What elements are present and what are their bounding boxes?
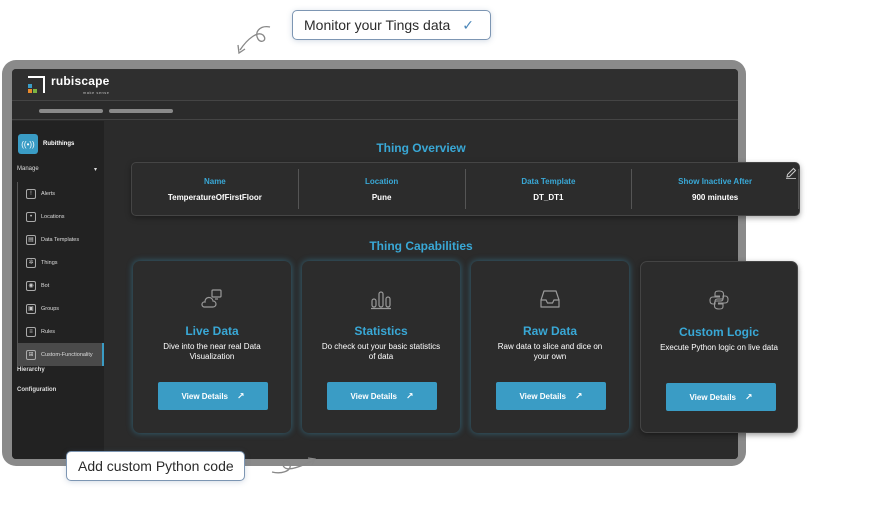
overview-name: Name TemperatureOfFirstFloor: [132, 169, 299, 209]
curly-arrow-icon: [237, 26, 271, 55]
checkmark-icon: ✓: [462, 16, 475, 33]
overview-value: TemperatureOfFirstFloor: [167, 192, 262, 202]
edit-pencil-icon[interactable]: [785, 167, 797, 179]
sidebar-item-label: Data Templates: [41, 236, 80, 243]
monitor-callout: Monitor your Tings data ✓: [292, 10, 491, 40]
sidebar-item-groups[interactable]: ▣ Groups: [18, 297, 104, 320]
python-icon: [709, 290, 729, 310]
arrow-up-right-icon: ↗: [745, 391, 753, 402]
button-label: View Details: [689, 392, 736, 402]
nav-list: ! Alerts • Locations ▤ Data Templates ✲ Thin…: [17, 182, 104, 366]
card-title: Raw Data: [522, 324, 578, 338]
sidebar-item-custom-functionality[interactable]: ⊞ Custom-Functionality: [18, 343, 104, 366]
curly-arrow-icon: [271, 457, 316, 474]
sidebar-item-label: Things: [41, 259, 58, 266]
capabilities-title: Thing Capabilities: [369, 239, 473, 253]
sidebar-item-rules[interactable]: ≡ Rules: [18, 320, 104, 343]
sidebar: ((•)) Rubithings Manage ▾ ! Alerts • Locat…: [12, 121, 104, 459]
location-icon: •: [26, 211, 36, 222]
overview-label: Name: [203, 176, 226, 186]
sidebar-item-data-templates[interactable]: ▤ Data Templates: [18, 228, 104, 251]
arrow-up-right-icon: ↗: [406, 390, 414, 401]
arrow-up-right-icon: ↗: [237, 390, 245, 401]
app-name: Rubithings: [43, 141, 75, 147]
breadcrumb-bar: [12, 102, 738, 120]
card-description: Dive into the near real Data Visualizati…: [163, 342, 261, 361]
view-details-button[interactable]: View Details ↗: [158, 382, 268, 410]
breadcrumb-placeholder: [109, 109, 173, 113]
arrow-up-right-icon: ↗: [575, 390, 583, 401]
sidebar-item-locations[interactable]: • Locations: [18, 205, 104, 228]
sidebar-item-hierarchy[interactable]: Hierarchy: [17, 367, 45, 373]
sidebar-item-label: Locations: [41, 213, 65, 220]
button-label: View Details: [181, 391, 228, 401]
card-live-data: Live Data Dive into the near real Data V…: [133, 261, 291, 433]
brand-name: rubiscape: [51, 74, 110, 88]
sidebar-item-alerts[interactable]: ! Alerts: [18, 182, 104, 205]
card-description: Raw data to slice and dice on your own: [497, 342, 603, 361]
card-description: Do check out your basic statistics of da…: [321, 342, 441, 361]
bot-icon: ◉: [26, 280, 36, 291]
sidebar-item-bot[interactable]: ◉ Bot: [18, 274, 104, 297]
overview-label: Data Template: [521, 176, 576, 186]
groups-icon: ▣: [26, 303, 36, 314]
view-details-button[interactable]: View Details ↗: [327, 382, 437, 410]
overview-title: Thing Overview: [376, 141, 466, 155]
overview-label: Show Inactive After: [678, 176, 753, 186]
caret-down-icon: ▾: [93, 167, 97, 173]
card-statistics: Statistics Do check out your basic stati…: [302, 261, 460, 433]
card-custom-logic: Custom Logic Execute Python logic on liv…: [640, 261, 798, 433]
brand-logo[interactable]: rubiscape make sense: [26, 75, 110, 99]
card-description: Execute Python logic on live data: [660, 343, 778, 352]
python-callout: Add custom Python code: [66, 451, 245, 481]
thing-overview-panel: Name TemperatureOfFirstFloor Location Pu…: [131, 162, 800, 216]
custom-icon: ⊞: [26, 349, 36, 360]
top-bar: rubiscape make sense: [12, 69, 738, 101]
brand-tagline: make sense: [82, 90, 110, 95]
overview-label: Location: [364, 176, 399, 186]
alert-icon: !: [26, 188, 36, 199]
manage-section-toggle[interactable]: Manage ▾: [17, 166, 97, 173]
card-title: Statistics: [354, 324, 408, 338]
monitor-callout-text: Monitor your Tings data: [304, 17, 451, 33]
sidebar-item-label: Bot: [41, 282, 50, 289]
rubiscape-logo-icon: [28, 76, 45, 93]
view-details-button[interactable]: View Details ↗: [496, 382, 606, 410]
manage-label: Manage: [17, 166, 39, 172]
sidebar-item-configuration[interactable]: Configuration: [17, 387, 56, 393]
sidebar-item-label: Rules: [41, 328, 56, 335]
inbox-tray-icon: [540, 290, 560, 308]
broadcast-icon: ((•)): [18, 134, 38, 154]
overview-location: Location Pune: [299, 169, 466, 209]
app-switcher[interactable]: ((•)) Rubithings: [18, 134, 74, 154]
sidebar-item-label: Alerts: [41, 190, 56, 197]
overview-value: Pune: [371, 192, 392, 202]
overview-inactive-after: Show Inactive After 900 minutes: [632, 169, 799, 209]
overview-data-template: Data Template DT_DT1: [466, 169, 633, 209]
rules-icon: ≡: [26, 326, 36, 337]
button-label: View Details: [519, 391, 566, 401]
sidebar-item-things[interactable]: ✲ Things: [18, 251, 104, 274]
sidebar-item-label: Custom-Functionality: [41, 351, 93, 358]
breadcrumb-placeholder: [39, 109, 103, 113]
bar-stats-icon: [371, 291, 391, 310]
view-details-button[interactable]: View Details ↗: [666, 383, 776, 411]
overview-value: 900 minutes: [692, 192, 739, 202]
template-icon: ▤: [26, 234, 36, 245]
card-raw-data: Raw Data Raw data to slice and dice on y…: [471, 261, 629, 433]
sidebar-item-label: Groups: [41, 305, 60, 312]
thing-icon: ✲: [26, 257, 36, 268]
card-title: Custom Logic: [679, 325, 759, 339]
overview-value: DT_DT1: [533, 192, 564, 202]
button-label: View Details: [350, 391, 397, 401]
card-title: Live Data: [185, 324, 239, 338]
cloud-monitor-icon: [201, 289, 222, 308]
python-callout-text: Add custom Python code: [78, 458, 234, 474]
